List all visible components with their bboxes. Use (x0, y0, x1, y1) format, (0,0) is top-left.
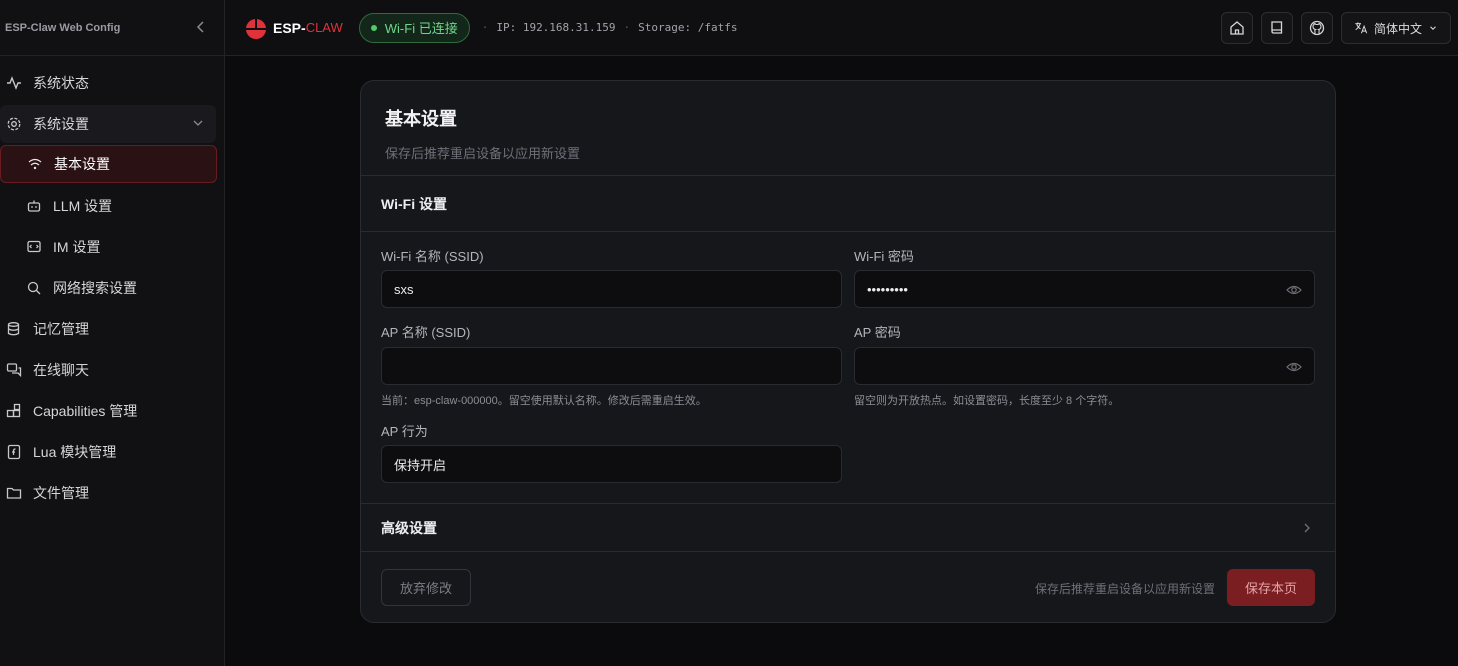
status-dot (370, 24, 377, 31)
ap-password-label: AP 密码 (854, 325, 901, 340)
sidebar-item-label: 系统状态 (33, 75, 89, 91)
discard-button[interactable]: 放弃修改 (381, 569, 471, 606)
collapse-sidebar-icon[interactable] (196, 20, 206, 36)
chevron-down-icon (1430, 26, 1436, 31)
save-button[interactable]: 保存本页 (1227, 569, 1315, 606)
sidebar-item-system-settings[interactable]: 系统设置 (0, 105, 216, 143)
search-icon (25, 279, 43, 297)
ap-password-input[interactable] (854, 347, 1315, 385)
message-icon (25, 238, 43, 256)
chat-icon (5, 361, 23, 379)
ip-address: IP: 192.168.31.159 (496, 21, 616, 34)
separator: · (481, 21, 489, 34)
topbar: ESP- CLAW Wi-Fi 已连接 · IP: 192.168.31.159… (225, 0, 1458, 56)
ap-behavior-label: AP 行为 (381, 424, 428, 439)
sidebar-item-files[interactable]: 文件管理 (0, 474, 216, 512)
sidebar-header: ESP-Claw Web Config (0, 0, 224, 56)
sidebar-item-label: 网络搜索设置 (53, 280, 137, 296)
app-window: ESP-Claw Web Config 系统状态 系统设置 基本设置 LLM 设… (0, 0, 1458, 666)
folder-icon (5, 484, 23, 502)
wifi-ssid-value: sxs (394, 281, 414, 297)
home-icon (1230, 21, 1244, 35)
wifi-status-badge: Wi-Fi 已连接 (358, 12, 470, 43)
book-icon (1271, 21, 1283, 34)
ap-ssid-label: AP 名称 (SSID) (381, 325, 471, 340)
logo-text-claw: CLAW (305, 20, 343, 35)
sidebar-item-label: 记忆管理 (33, 321, 89, 337)
separator: · (623, 21, 631, 34)
logo-icon (246, 18, 266, 39)
sidebar-title: ESP-Claw Web Config (5, 21, 121, 34)
ap-behavior-select[interactable]: 保持开启 (381, 445, 842, 483)
show-password-icon[interactable] (1286, 282, 1302, 298)
language-select[interactable]: 简体中文 (1340, 12, 1451, 44)
ap-ssid-hint: 当前：esp-claw-000000。留空使用默认名称。修改后需重启生效。 (381, 395, 707, 407)
device-meta: · IP: 192.168.31.159 · Storage: /fatfs (482, 21, 738, 34)
ap-ssid-input[interactable] (381, 347, 842, 385)
docs-button[interactable] (1260, 12, 1293, 44)
sidebar-item-llm-settings[interactable]: LLM 设置 (0, 187, 216, 225)
footer-hint: 保存后推荐重启设备以应用新设置 (1034, 582, 1215, 596)
wifi-password-value: ••••••••• (867, 281, 908, 297)
wifi-password-input[interactable]: ••••••••• (854, 270, 1315, 308)
storage-path: Storage: /fatfs (638, 21, 738, 34)
language-label: 简体中文 (1373, 21, 1422, 36)
sidebar-item-label: 基本设置 (54, 156, 110, 172)
logo-text-esp: ESP- (273, 19, 306, 36)
advanced-settings-label: 高级设置 (381, 519, 437, 536)
logo: ESP- CLAW (244, 16, 343, 40)
settings-card: 基本设置 保存后推荐重启设备以应用新设置 Wi-Fi 设置 Wi-Fi 名称 (… (360, 80, 1336, 623)
wifi-ssid-label: Wi-Fi 名称 (SSID) (381, 249, 484, 264)
sidebar-item-label: 在线聊天 (33, 362, 89, 378)
sidebar-item-memory[interactable]: 记忆管理 (0, 310, 216, 348)
sidebar-item-basic-settings[interactable]: 基本设置 (0, 145, 217, 183)
sidebar-item-im-settings[interactable]: IM 设置 (0, 228, 216, 266)
blocks-icon (5, 402, 23, 420)
sidebar-item-label: Capabilities 管理 (33, 403, 138, 419)
wifi-icon (26, 155, 44, 173)
home-button[interactable] (1220, 12, 1253, 44)
sidebar-item-label: LLM 设置 (53, 198, 113, 214)
sidebar: ESP-Claw Web Config 系统状态 系统设置 基本设置 LLM 设… (0, 0, 225, 666)
wifi-password-label: Wi-Fi 密码 (854, 249, 914, 264)
chevron-right-icon (1304, 523, 1310, 533)
sidebar-item-label: Lua 模块管理 (33, 444, 117, 460)
sidebar-item-label: 文件管理 (33, 485, 89, 501)
file-code-icon (5, 443, 23, 461)
top-actions: 简体中文 (1220, 12, 1451, 44)
advanced-settings-toggle[interactable]: 高级设置 (361, 503, 1335, 552)
wifi-section-title: Wi-Fi 设置 (361, 176, 1335, 232)
database-icon (5, 320, 23, 338)
activity-icon (5, 74, 23, 92)
bot-icon (25, 197, 43, 215)
sidebar-item-label: 系统设置 (33, 116, 89, 132)
sidebar-item-lua-modules[interactable]: Lua 模块管理 (0, 433, 216, 471)
show-password-icon[interactable] (1286, 359, 1302, 375)
sidebar-item-label: IM 设置 (53, 239, 101, 255)
sidebar-item-web-search-settings[interactable]: 网络搜索设置 (0, 269, 216, 307)
wifi-status-text: Wi-Fi 已连接 (384, 21, 458, 36)
sidebar-item-capabilities[interactable]: Capabilities 管理 (0, 392, 216, 430)
card-header: 基本设置 保存后推荐重启设备以应用新设置 (361, 81, 1335, 176)
gear-icon (5, 115, 23, 133)
github-button[interactable] (1300, 12, 1333, 44)
ap-password-hint: 留空则为开放热点。如设置密码，长度至少 8 个字符。 (854, 395, 1120, 407)
sidebar-item-system-status[interactable]: 系统状态 (0, 64, 216, 102)
translate-icon (1355, 22, 1368, 34)
sidebar-item-online-chat[interactable]: 在线聊天 (0, 351, 216, 389)
ap-behavior-value: 保持开启 (394, 457, 447, 473)
chevron-down-icon (193, 120, 203, 126)
page-title: 基本设置 (385, 109, 457, 129)
github-icon (1309, 20, 1325, 36)
page-subtitle: 保存后推荐重启设备以应用新设置 (385, 146, 581, 161)
wifi-ssid-input[interactable]: sxs (381, 270, 842, 308)
